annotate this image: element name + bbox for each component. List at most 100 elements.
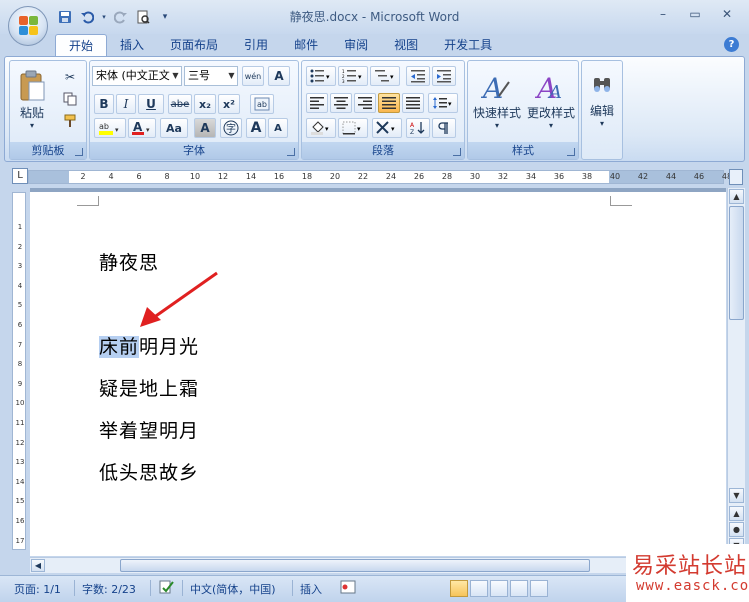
quick-styles-button[interactable]: A 快速样式 ▾ (470, 65, 524, 137)
multilevel-list-button[interactable]: ▾ (370, 66, 400, 86)
paste-button[interactable]: 粘贴 ▾ (14, 65, 50, 135)
draft-view-button[interactable] (530, 580, 548, 597)
tab-insert[interactable]: 插入 (107, 34, 157, 56)
align-left-button[interactable] (306, 93, 328, 113)
site-watermark: 易采站长站 www.easck.com (626, 544, 749, 602)
word-count[interactable]: 字数: 2/23 (82, 581, 136, 597)
svg-text:ab: ab (99, 122, 109, 131)
vertical-ruler[interactable]: 1 2 3 4 5 6 7 8 9 10 11 12 13 14 15 16 17 (12, 192, 26, 550)
clipboard-launcher-icon[interactable] (75, 148, 83, 156)
font-name-combo[interactable]: 宋体 (中文正文 ▼ (92, 66, 182, 86)
cut-icon[interactable]: ✂ (60, 67, 80, 87)
scroll-left-button[interactable]: ◀ (31, 559, 45, 572)
editing-button[interactable]: 编辑 ▾ (584, 65, 620, 139)
paragraph-launcher-icon[interactable] (453, 148, 461, 156)
align-center-button[interactable] (330, 93, 352, 113)
numbering-button[interactable]: 1 2 3 ▾ (338, 66, 368, 86)
show-marks-button[interactable] (432, 118, 456, 138)
font-size-combo[interactable]: 三号 ▼ (184, 66, 238, 86)
tab-references[interactable]: 引用 (231, 34, 281, 56)
font-name-dropdown-icon[interactable]: ▼ (170, 67, 181, 85)
help-icon[interactable]: ? (724, 37, 739, 52)
close-button[interactable]: ✕ (711, 4, 743, 24)
tab-selector[interactable]: L (12, 168, 28, 184)
sort-button[interactable]: AZ (406, 118, 430, 138)
horizontal-scroll-thumb[interactable] (120, 559, 590, 572)
document-area[interactable]: 静夜思 床前明月光 疑是地上霜 举着望明月 低头思故乡 (30, 188, 726, 556)
change-styles-label: 更改样式 (526, 106, 575, 120)
grow-font-button[interactable]: A (246, 118, 266, 138)
bullets-button[interactable]: ▾ (306, 66, 336, 86)
distributed-button[interactable] (402, 93, 424, 113)
outline-view-button[interactable] (510, 580, 528, 597)
enclose-characters-button[interactable]: 字 (220, 118, 242, 138)
subscript-button[interactable]: x₂ (194, 94, 216, 114)
highlight-button[interactable]: ab ▾ (94, 118, 126, 138)
paragraph-group: ▾ 1 2 3 ▾ ▾ ▾ ▾ ▾ ▾ A Z 段落 (301, 60, 465, 160)
scroll-down-button[interactable]: ▼ (729, 488, 744, 503)
ruler-tick-label: 46 (693, 172, 705, 181)
ruler-tick-label: 14 (245, 172, 257, 181)
decrease-indent-button[interactable] (406, 66, 430, 86)
proofing-icon[interactable] (158, 579, 176, 598)
underline-button[interactable]: U (138, 94, 164, 114)
scroll-up-button[interactable]: ▲ (729, 189, 744, 204)
shading-button[interactable]: ▾ (306, 118, 336, 138)
justify-button[interactable] (378, 93, 400, 113)
svg-text:▾: ▾ (325, 125, 329, 133)
page[interactable]: 静夜思 床前明月光 疑是地上霜 举着望明月 低头思故乡 (30, 192, 726, 556)
minimize-button[interactable]: – (647, 4, 679, 24)
tab-mailings[interactable]: 邮件 (281, 34, 331, 56)
shrink-font-button[interactable]: A (268, 118, 288, 138)
character-shading-button[interactable]: A (194, 118, 216, 138)
borders-button[interactable]: ▾ (338, 118, 368, 138)
change-case-button[interactable]: ab (250, 94, 274, 114)
bullets-icon: ▾ (310, 69, 330, 83)
previous-page-button[interactable]: ▲ (729, 506, 744, 521)
change-styles-button[interactable]: AA 更改样式 ▾ (524, 65, 578, 137)
italic-button[interactable]: I (116, 94, 136, 114)
horizontal-ruler[interactable]: 2 4 6 8 10 12 14 16 18 20 22 24 26 28 30 32 34 36 38 40 42 44… (28, 170, 732, 184)
macro-record-icon[interactable] (340, 579, 356, 598)
font-launcher-icon[interactable] (287, 148, 295, 156)
vertical-scroll-thumb[interactable] (729, 206, 744, 320)
font-color-button[interactable]: A ▾ (128, 118, 156, 138)
tab-home[interactable]: 开始 (55, 34, 108, 56)
tab-developer[interactable]: 开发工具 (431, 34, 505, 56)
language-indicator[interactable]: 中文(简体，中国) (190, 581, 276, 597)
tab-view[interactable]: 视图 (381, 34, 431, 56)
line-spacing-button[interactable]: ▾ (428, 93, 458, 113)
select-browse-object-button[interactable]: ● (729, 522, 744, 537)
chinese-layout-button[interactable]: ▾ (372, 118, 402, 138)
ribbon-tabs: 开始 插入 页面布局 引用 邮件 审阅 视图 开发工具 (55, 34, 505, 56)
view-ruler-button[interactable] (729, 169, 743, 185)
ruler-tick-label: 10 (189, 172, 201, 181)
svg-text:字: 字 (226, 122, 236, 135)
font-name-value: 宋体 (中文正文 (96, 69, 170, 82)
svg-text:▾: ▾ (115, 126, 119, 134)
tab-review[interactable]: 审阅 (331, 34, 381, 56)
page-count[interactable]: 页面: 1/1 (14, 581, 61, 597)
format-painter-icon[interactable] (60, 111, 80, 131)
vertical-scrollbar[interactable]: ▲ ▼ ▲ ● ▼ (727, 188, 745, 558)
web-layout-view-button[interactable] (490, 580, 508, 597)
increase-indent-button[interactable] (432, 66, 456, 86)
office-button[interactable] (8, 6, 48, 46)
styles-launcher-icon[interactable] (567, 148, 575, 156)
align-right-button[interactable] (354, 93, 376, 113)
strikethrough-button[interactable]: abe (168, 94, 192, 114)
tab-page-layout[interactable]: 页面布局 (157, 34, 231, 56)
horizontal-scrollbar[interactable]: ◀ (30, 557, 630, 573)
insert-mode[interactable]: 插入 (300, 581, 322, 597)
full-screen-reading-view-button[interactable] (470, 580, 488, 597)
character-border-button[interactable]: A (268, 66, 290, 86)
print-layout-view-button[interactable] (450, 580, 468, 597)
phonetic-guide-button[interactable]: wén (242, 66, 264, 86)
bold-button[interactable]: B (94, 94, 114, 114)
maximize-button[interactable]: ▭ (679, 4, 711, 24)
superscript-button[interactable]: x² (218, 94, 240, 114)
copy-icon[interactable] (60, 89, 80, 109)
ruler-tick-label: 12 (217, 172, 229, 181)
change-case-aa-button[interactable]: Aa (160, 118, 188, 138)
font-size-dropdown-icon[interactable]: ▼ (226, 67, 237, 85)
